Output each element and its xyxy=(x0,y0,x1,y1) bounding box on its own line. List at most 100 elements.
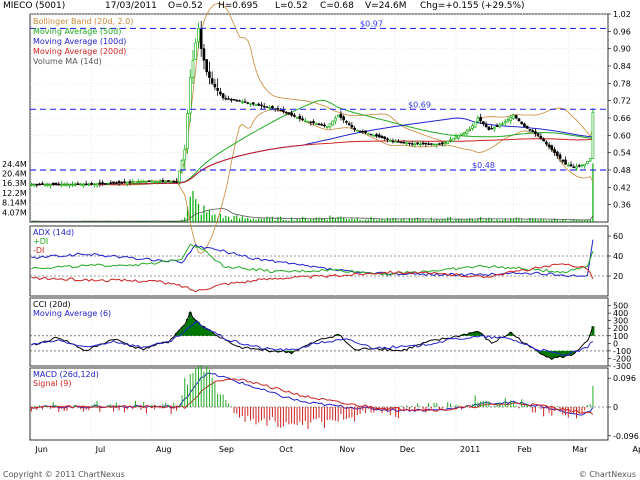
candle-body xyxy=(309,121,313,124)
candle-body xyxy=(35,184,39,186)
candle-body xyxy=(46,184,50,186)
candle-body xyxy=(205,59,208,73)
candle-body xyxy=(312,121,315,124)
price-y-tick-label: 0.78 xyxy=(613,79,631,88)
candle-body xyxy=(38,183,41,186)
x-tick-label: Mar xyxy=(572,445,588,454)
candle-body xyxy=(172,180,176,183)
candle-body xyxy=(588,158,592,162)
candle-body xyxy=(249,103,252,105)
candle-body xyxy=(391,140,395,143)
x-tick-label: Oct xyxy=(279,445,293,454)
candle-body xyxy=(142,181,145,183)
header-open: O=0.52 xyxy=(168,1,203,11)
candle-body xyxy=(194,42,198,60)
candle-body xyxy=(208,71,211,78)
candle-body xyxy=(473,121,477,128)
candle-body xyxy=(49,184,52,186)
price-y-tick-label: 0.90 xyxy=(613,45,631,54)
candle-body xyxy=(534,131,537,134)
volume-y-tick-label: 4.07M xyxy=(2,208,27,217)
candle-body xyxy=(416,142,419,145)
volume-y-tick-label: 20.4M xyxy=(2,169,27,178)
candle-body xyxy=(356,130,359,132)
candle-body xyxy=(325,126,329,128)
candle-body xyxy=(219,91,222,95)
candle-body xyxy=(514,115,518,119)
candle-body xyxy=(180,160,184,171)
candle-body xyxy=(482,121,485,125)
header-symbol: MIECO (5001) xyxy=(3,1,66,11)
price-y-tick-label: 0.96 xyxy=(613,27,631,36)
candle-body xyxy=(243,101,247,103)
macd-legend-item: Signal (9) xyxy=(33,379,71,388)
x-tick-label: Jun xyxy=(34,445,48,454)
candle-body xyxy=(394,141,398,143)
candle-body xyxy=(287,112,291,115)
header-date: 17/03/2011 xyxy=(105,1,157,11)
cci-y-tick-label: -300 xyxy=(613,362,631,371)
candle-body xyxy=(293,114,296,117)
candle-body xyxy=(95,183,99,186)
candle-body xyxy=(509,116,513,122)
x-tick-label: Jul xyxy=(95,445,106,454)
candle-body xyxy=(191,59,195,78)
candle-body xyxy=(495,125,499,127)
candle-body xyxy=(161,180,165,182)
candle-body xyxy=(328,123,332,128)
candle-body xyxy=(484,124,488,127)
candle-body xyxy=(465,130,469,135)
candle-body xyxy=(238,100,241,102)
candle-body xyxy=(232,99,236,101)
candle-body xyxy=(350,125,354,128)
adx-legend-item: -DI xyxy=(33,246,44,255)
candle-body xyxy=(304,120,307,122)
candle-body xyxy=(591,111,595,159)
candle-body xyxy=(227,98,230,100)
annotation-label: $0.48 xyxy=(472,161,495,170)
candle-body xyxy=(109,182,113,184)
candle-body xyxy=(314,123,318,125)
cci-legend-item: Moving Average (6) xyxy=(33,309,111,318)
candle-body xyxy=(460,133,463,136)
volume-y-tick-label: 16.3M xyxy=(2,179,27,188)
candle-body xyxy=(210,78,214,84)
candle-body xyxy=(65,184,69,186)
candle-body xyxy=(54,182,58,185)
candle-body xyxy=(71,184,74,186)
x-tick-label: Feb xyxy=(517,445,531,454)
candle-body xyxy=(536,133,540,136)
candle-body xyxy=(68,184,72,186)
candle-body xyxy=(528,129,532,131)
candle-body xyxy=(57,183,61,186)
price-y-tick-label: 1.02 xyxy=(613,10,631,19)
candle-body xyxy=(32,184,36,186)
candle-body xyxy=(451,137,455,142)
candle-body xyxy=(520,121,524,125)
candle-body xyxy=(558,154,562,159)
candle-body xyxy=(101,182,104,184)
price-y-tick-label: 0.72 xyxy=(613,97,631,106)
candle-body xyxy=(361,130,365,133)
candle-body xyxy=(262,105,266,108)
candle-body xyxy=(301,118,304,121)
candle-body xyxy=(479,116,482,122)
candle-body xyxy=(405,142,408,145)
candle-body xyxy=(432,143,436,146)
candle-body xyxy=(553,149,556,153)
x-tick-label: Apr xyxy=(633,445,640,454)
candle-body xyxy=(424,142,428,145)
candle-body xyxy=(421,142,425,145)
candle-body xyxy=(62,184,66,186)
candle-body xyxy=(51,182,55,185)
candle-body xyxy=(517,118,521,122)
candle-body xyxy=(265,106,269,108)
candle-body xyxy=(572,166,576,169)
candle-body xyxy=(240,101,244,103)
x-tick-label: Dec xyxy=(400,445,415,454)
candle-body xyxy=(150,181,154,184)
candle-body xyxy=(331,120,334,126)
price-y-tick-label: 0.36 xyxy=(613,201,631,210)
candle-body xyxy=(383,136,387,139)
candle-body xyxy=(290,112,293,116)
